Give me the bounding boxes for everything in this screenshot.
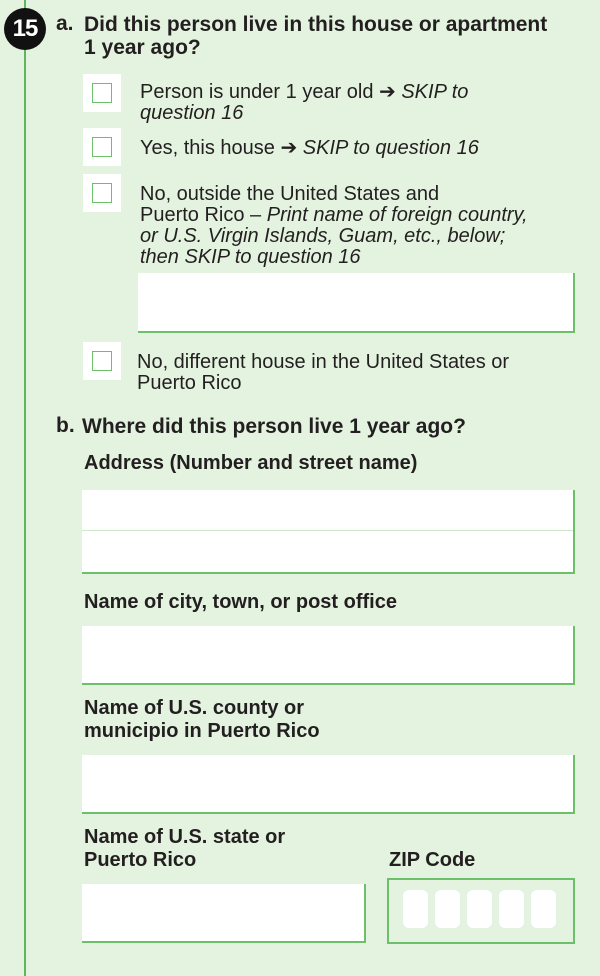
zip-digit-3[interactable] xyxy=(467,890,492,928)
option-outside-us-line3: or U.S. Virgin Islands, Guam, etc., belo… xyxy=(140,225,506,247)
option-outside-us-label: No, outside the United States and Puerto… xyxy=(140,184,528,268)
checkbox-outside-us[interactable] xyxy=(83,174,121,212)
zip-digit-5[interactable] xyxy=(531,890,556,928)
option-outside-us-line1: No, outside the United States and xyxy=(140,183,440,205)
county-label-line2: municipio in Puerto Rico xyxy=(84,720,320,742)
option-outside-us-line4: then SKIP to question 16 xyxy=(140,246,361,268)
state-label: Name of U.S. state or Puerto Rico xyxy=(84,826,285,872)
option-under-1-year-skip-cont: question 16 xyxy=(140,102,244,124)
part-b-letter: b. xyxy=(56,414,75,437)
checkbox-different-house-us[interactable] xyxy=(83,342,121,380)
part-a-question-line1: Did this person live in this house or ap… xyxy=(84,13,548,36)
state-input[interactable] xyxy=(82,884,366,943)
option-under-1-year-label: Person is under 1 year old ➔ SKIP to que… xyxy=(140,82,468,124)
part-a-letter: a. xyxy=(56,12,74,35)
zip-digit-4[interactable] xyxy=(499,890,524,928)
checkbox-under-1-year[interactable] xyxy=(83,74,121,112)
county-input[interactable] xyxy=(82,755,575,814)
zip-label: ZIP Code xyxy=(389,849,476,871)
zip-digit-1[interactable] xyxy=(403,890,428,928)
option-yes-this-house-text: Yes, this house ➔ xyxy=(140,137,303,159)
address-input[interactable] xyxy=(82,490,575,574)
address-label: Address (Number and street name) xyxy=(84,452,418,474)
county-label-line1: Name of U.S. county or xyxy=(84,697,305,719)
option-outside-us-line2-plain: Puerto Rico – xyxy=(140,204,267,226)
option-under-1-year-text: Person is under 1 year old ➔ xyxy=(140,81,402,103)
state-label-line1: Name of U.S. state or xyxy=(84,826,286,848)
part-a-question: Did this person live in this house or ap… xyxy=(84,13,547,59)
address-line-divider xyxy=(82,530,573,531)
left-margin-rule xyxy=(24,0,26,976)
option-different-house-line2: Puerto Rico xyxy=(137,372,242,394)
part-b-question: Where did this person live 1 year ago? xyxy=(82,415,466,438)
city-label: Name of city, town, or post office xyxy=(84,591,397,613)
state-label-line2: Puerto Rico xyxy=(84,849,197,871)
zip-code-input[interactable] xyxy=(387,878,575,944)
question-number-badge: 15 xyxy=(4,8,46,50)
option-different-house-line1: No, different house in the United States… xyxy=(137,351,510,373)
checkbox-yes-this-house[interactable] xyxy=(83,128,121,166)
option-under-1-year-skip: SKIP to xyxy=(401,81,469,103)
zip-digit-2[interactable] xyxy=(435,890,460,928)
part-a-question-line2: 1 year ago? xyxy=(84,36,201,59)
foreign-country-input[interactable] xyxy=(138,273,575,333)
county-label: Name of U.S. county or municipio in Puer… xyxy=(84,697,320,743)
option-outside-us-line2-italic: Print name of foreign country, xyxy=(266,204,528,226)
option-yes-this-house-label: Yes, this house ➔ SKIP to question 16 xyxy=(140,138,479,159)
option-yes-this-house-skip: SKIP to question 16 xyxy=(302,137,479,159)
option-different-house-label: No, different house in the United States… xyxy=(137,352,509,394)
city-input[interactable] xyxy=(82,626,575,685)
